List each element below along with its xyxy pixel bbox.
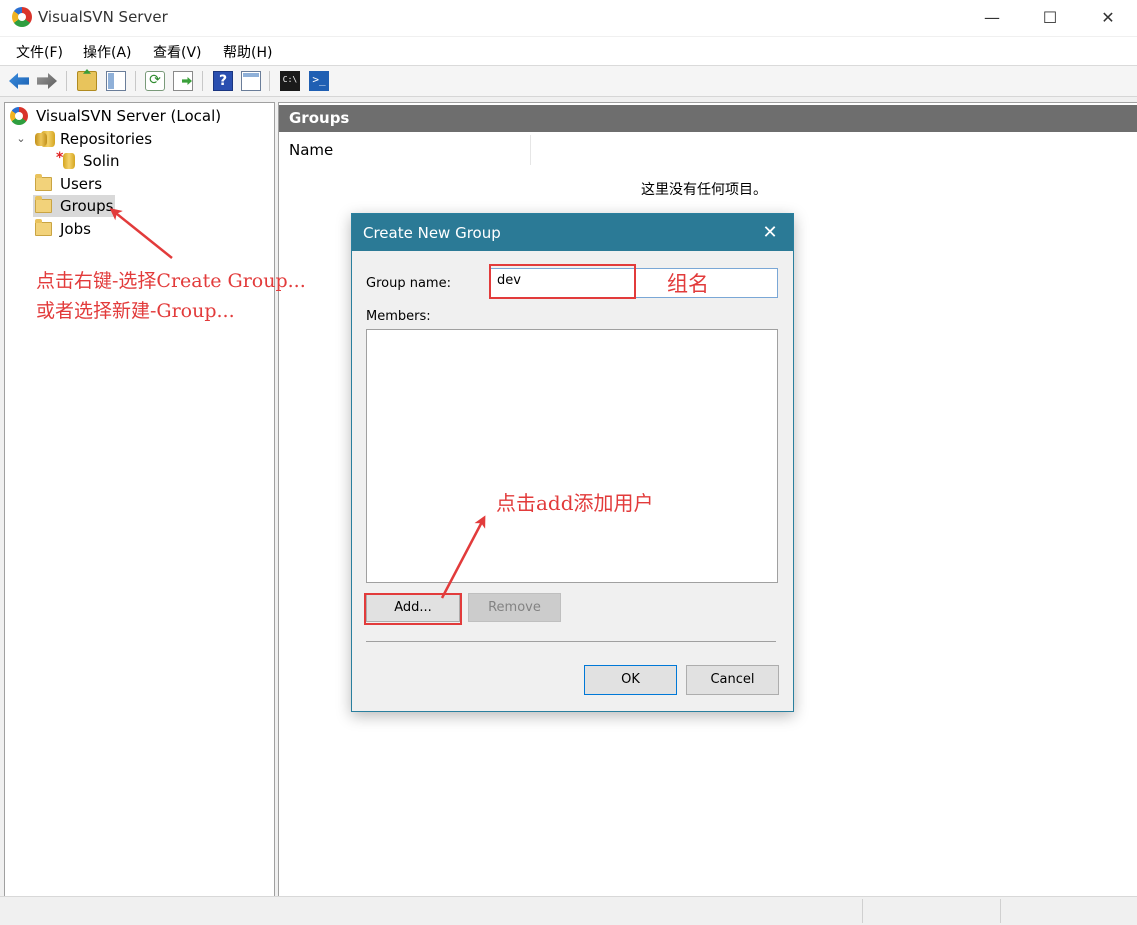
annotation-arrows <box>109 208 486 599</box>
arrow-to-add-note <box>440 515 486 599</box>
arrow-to-groups <box>109 208 173 259</box>
